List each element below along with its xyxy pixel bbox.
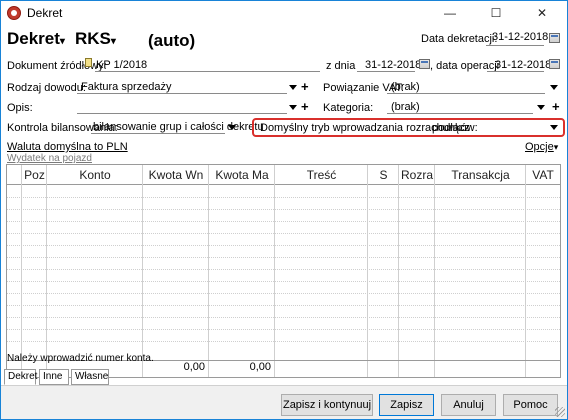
dropdown-arrow-icon[interactable] <box>537 105 545 110</box>
column-header[interactable]: S <box>368 165 399 185</box>
chevron-down-icon: ▾ <box>553 142 559 152</box>
category-value: (brak) <box>391 101 420 113</box>
vat-link-select[interactable]: (brak) <box>387 78 545 94</box>
vat-link-value: (brak) <box>391 81 420 93</box>
category-label: Kategoria: <box>323 102 374 114</box>
column-header[interactable]: Treść <box>275 165 368 185</box>
doc-type-selector[interactable]: Dekret▾ <box>7 29 65 49</box>
doc-date-value: 31-12-2018 <box>365 59 422 71</box>
date-label: z dnia <box>326 60 356 72</box>
button-bar: Zapisz i kontynuuj Zapisz Anuluj Pomoc <box>1 385 567 419</box>
column-header[interactable]: Kwota Ma <box>209 165 275 185</box>
sum-ma: 0,00 <box>249 361 271 373</box>
close-button[interactable]: ✕ <box>519 1 565 25</box>
save-button[interactable]: Zapisz <box>379 394 434 416</box>
column-header[interactable]: VAT <box>526 165 560 185</box>
table-row <box>7 245 560 246</box>
table-row <box>7 329 560 330</box>
window-title: Dekret <box>27 6 63 20</box>
balance-control-select[interactable]: bilansowanie grup i całości dekretu <box>91 118 264 134</box>
chevron-down-icon: ▾ <box>59 36 65 47</box>
help-button[interactable]: Pomoc <box>503 394 558 416</box>
proof-type-label: Rodzaj dowodu: <box>7 82 86 94</box>
table-row <box>7 317 560 318</box>
add-proof-type-icon[interactable]: + <box>301 79 309 94</box>
source-doc-field[interactable]: KP 1/2018 <box>95 56 320 72</box>
calendar-icon[interactable] <box>419 59 430 69</box>
chevron-down-icon: ▾ <box>110 36 116 47</box>
vehicle-expense-link[interactable]: Wydatek na pojazd <box>7 153 92 164</box>
doc-type-label: Dekret <box>7 29 60 48</box>
table-row <box>7 269 560 270</box>
currency-link[interactable]: Waluta domyślna to PLN <box>7 141 128 153</box>
decree-date-value: 31-12-2018 <box>492 31 549 43</box>
minimize-button[interactable]: — <box>427 1 473 25</box>
dropdown-arrow-icon[interactable] <box>289 85 297 90</box>
document-icon <box>85 58 92 67</box>
column-header[interactable]: Transakcja <box>435 165 526 185</box>
calendar-icon[interactable] <box>549 33 560 43</box>
source-doc-value: KP 1/2018 <box>96 59 148 71</box>
resize-grip-icon[interactable] <box>555 407 565 417</box>
decree-date-field[interactable]: 31-12-2018 <box>486 30 548 46</box>
proof-type-value: Faktura sprzedaży <box>81 81 172 93</box>
maximize-button[interactable]: ☐ <box>473 1 519 25</box>
column-header[interactable]: Poz <box>22 165 47 185</box>
table-row <box>7 341 560 342</box>
column-header[interactable]: Rozra <box>399 165 435 185</box>
calendar-icon[interactable] <box>549 59 560 69</box>
tab-wlasne[interactable]: Własne <box>71 369 109 385</box>
proof-type-select[interactable]: Faktura sprzedaży <box>77 78 287 94</box>
dropdown-arrow-icon[interactable] <box>550 85 558 90</box>
tab-dekret[interactable]: Dekret <box>4 369 37 385</box>
settlement-mode-value: podłącz <box>432 122 470 134</box>
table-row <box>7 221 560 222</box>
options-link[interactable]: Opcje ▾ <box>525 141 558 153</box>
table-row <box>7 233 560 234</box>
cancel-button[interactable]: Anuluj <box>441 394 496 416</box>
settlement-mode-select[interactable]: podłącz <box>430 119 545 135</box>
dropdown-arrow-icon[interactable] <box>550 125 558 130</box>
table-row <box>7 305 560 306</box>
doc-date-field[interactable]: 31-12-2018 <box>357 56 421 72</box>
title-bar: Dekret — ☐ ✕ <box>1 1 567 25</box>
register-selector[interactable]: RKS▾ <box>75 29 116 49</box>
dropdown-arrow-icon[interactable] <box>289 105 297 110</box>
options-label: Opcje <box>525 141 554 153</box>
table-row <box>7 257 560 258</box>
description-label: Opis: <box>7 102 33 114</box>
tab-inne[interactable]: Inne <box>39 369 69 385</box>
register-label: RKS <box>75 29 111 48</box>
operation-date-field[interactable]: 31-12-2018 <box>487 56 551 72</box>
table-row <box>7 209 560 210</box>
document-number: (auto) <box>148 31 196 50</box>
status-message: Należy wprowadzić numer konta. <box>7 353 154 364</box>
dekret-window: Dekret — ☐ ✕ Dekret▾ RKS▾ (auto) Data de… <box>0 0 568 420</box>
app-icon <box>7 6 21 20</box>
balance-control-value: bilansowanie grup i całości dekretu <box>93 121 264 133</box>
table-row <box>7 293 560 294</box>
add-category-icon[interactable]: + <box>552 99 560 114</box>
add-description-icon[interactable]: + <box>301 99 309 114</box>
entries-table[interactable]: Poz Konto Kwota Wn Kwota Ma Treść S Rozr… <box>6 164 561 378</box>
column-header[interactable]: Kwota Wn <box>143 165 209 185</box>
category-select[interactable]: (brak) <box>387 98 533 114</box>
description-field[interactable] <box>77 98 287 114</box>
column-header[interactable]: Konto <box>47 165 143 185</box>
save-continue-button[interactable]: Zapisz i kontynuuj <box>281 394 373 416</box>
dropdown-arrow-icon[interactable] <box>228 125 236 130</box>
table-row <box>7 281 560 282</box>
table-row <box>7 197 560 198</box>
operation-date-value: 31-12-2018 <box>495 59 552 71</box>
